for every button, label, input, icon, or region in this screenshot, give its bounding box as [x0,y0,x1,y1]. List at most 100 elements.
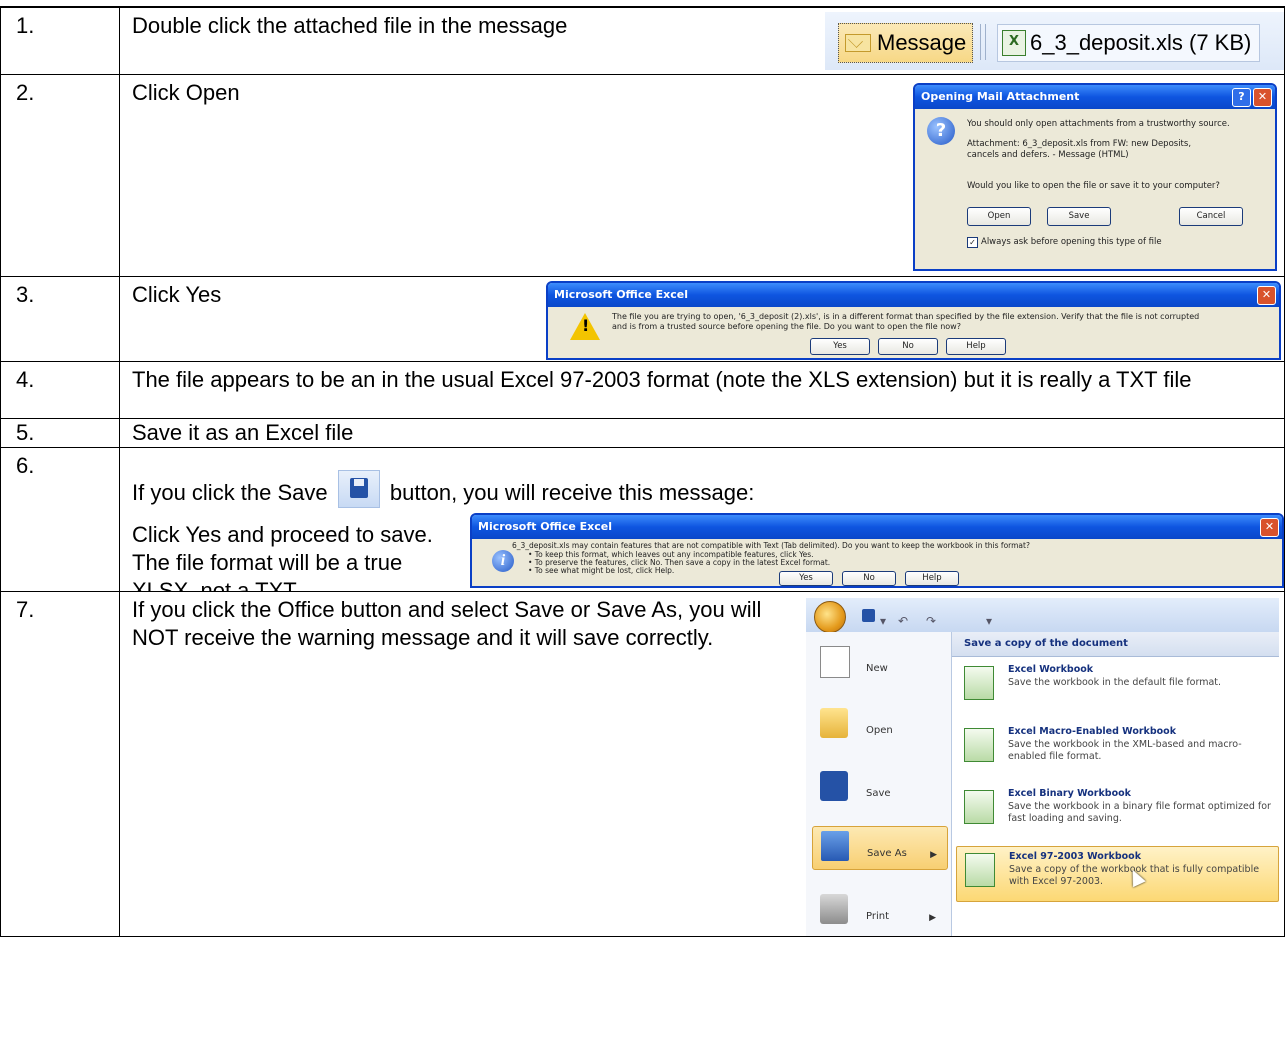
no-button[interactable]: No [842,571,896,586]
help-icon[interactable]: ? [1232,88,1251,107]
step-text: Click Yes [132,282,222,307]
always-ask-checkbox[interactable]: ✓ Always ask before opening this type of… [967,237,1162,248]
dialog-line2: and is from a trusted source before open… [612,322,961,331]
office-menu-commands: New Open Save Save As ▶ Print ▶ [806,632,952,936]
close-icon[interactable]: ✕ [1257,286,1276,305]
step-text: If you click the Office button and selec… [132,597,762,650]
step-text: If you click the Save button, you will r… [132,470,754,508]
info-icon: i [492,550,514,572]
excel-workbook-icon [964,666,994,700]
step-number: 4. [0,361,120,419]
excel-file-icon: X [1002,30,1026,56]
option-title: Excel Macro-Enabled Workbook [1008,726,1177,737]
dialog-attachment-line2: cancels and defers. - Message (HTML) [967,150,1129,160]
submenu-arrow-icon: ▶ [929,913,936,923]
help-button[interactable]: Help [905,571,959,586]
menu-item-label: Save As [867,848,907,859]
menu-item-open[interactable]: Open [812,704,946,744]
step-content: If you click the Save button, you will r… [119,447,1285,592]
submenu-arrow-icon: ▶ [930,850,937,860]
dialog-title: Microsoft Office Excel ✕ [548,283,1279,307]
option-description: Save the workbook in the default file fo… [1008,677,1222,688]
menu-item-label: Print [866,911,890,922]
step-row: 5. Save it as an Excel file [0,418,1285,448]
menu-item-label: Save [866,788,891,799]
checkbox-icon: ✓ [967,237,978,248]
menu-item-print[interactable]: Print ▶ [812,890,946,930]
dialog-question: Would you like to open the file or save … [967,181,1220,191]
save-as-submenu: Save a copy of the document Excel Workbo… [952,632,1279,936]
step-number: 1. [0,7,120,75]
close-icon[interactable]: ✕ [1253,88,1272,107]
qat-customize-icon[interactable]: ▾ [986,607,992,635]
office-button-icon[interactable] [814,601,846,633]
step-content: Save it as an Excel file [119,418,1285,448]
option-description: Save the workbook in a binary file forma… [1008,801,1271,824]
checkbox-label: Always ask before opening this type of f… [981,237,1162,247]
new-document-icon [820,646,850,678]
save-option-macro-workbook[interactable]: Excel Macro-Enabled Workbook Save the wo… [956,722,1277,776]
step-number: 2. [0,74,120,277]
yes-button[interactable]: Yes [810,338,870,355]
attachment-chip[interactable]: X 6_3_deposit.xls (7 KB) [997,24,1261,62]
question-icon: ? [927,117,955,145]
dialog-attachment-line1: Attachment: 6_3_deposit.xls from FW: new… [967,139,1192,149]
submenu-header: Save a copy of the document [952,632,1279,657]
option-description: Save a copy of the workbook that is full… [1009,864,1260,887]
step-text-after: button, you will receive this message: [389,480,755,505]
save-option-97-2003-workbook[interactable]: Excel 97-2003 Workbook Save a copy of th… [956,846,1279,902]
step-note-line: Click Yes and proceed to save. [132,522,433,547]
step-note-line: XLSX, not a TXT. [132,578,301,592]
save-button[interactable]: Save [1047,207,1111,226]
yes-button[interactable]: Yes [779,571,833,586]
step-text: Click Open [132,80,240,105]
qat-dropdown-icon[interactable]: ▾ [880,607,886,635]
no-button[interactable]: No [878,338,938,355]
menu-item-save[interactable]: Save [812,767,946,807]
redo-icon[interactable]: ↷ [926,607,936,635]
save-as-icon [821,831,849,861]
opening-attachment-dialog: Opening Mail Attachment ? ✕ ? You should… [913,83,1277,271]
excel-compatibility-dialog: Microsoft Office Excel ✕ 6_3_deposit.xls… [470,513,1284,588]
dialog-body: ? You should only open attachments from … [915,109,1275,269]
dialog-title-text: Opening Mail Attachment [921,90,1080,103]
attachment-label: 6_3_deposit.xls (7 KB) [1030,30,1252,55]
step-text: Double click the attached file in the me… [132,13,568,38]
close-icon[interactable]: ✕ [1260,518,1279,537]
step-row: 6. If you click the Save button, you wil… [0,447,1285,592]
message-tab[interactable]: Message [838,23,974,63]
step-number: 6. [0,447,120,592]
step-content: If you click the Office button and selec… [119,591,1285,937]
envelope-icon [845,34,871,52]
step-content: Click Open Opening Mail Attachment ? ✕ ?… [119,74,1285,277]
save-icon [337,470,380,508]
qat-save-icon[interactable] [862,609,875,622]
excel-97-2003-icon [965,853,995,887]
printer-icon [820,894,848,924]
undo-icon[interactable]: ↶ [898,607,908,635]
dialog-title-text: Microsoft Office Excel [554,288,688,301]
warning-icon: ! [570,313,600,340]
cancel-button[interactable]: Cancel [1179,207,1243,226]
open-button[interactable]: Open [967,207,1031,226]
dialog-warning: You should only open attachments from a … [967,119,1230,129]
macro-workbook-icon [964,728,994,762]
step-row: 4. The file appears to be an in the usua… [0,361,1285,419]
step-content: Click Yes Microsoft Office Excel ✕ ! The… [119,276,1285,362]
help-button[interactable]: Help [946,338,1006,355]
step-row: 7. If you click the Office button and se… [0,591,1285,937]
dialog-bullet3: • To see what might be lost, click Help. [528,566,675,575]
office-menu-screenshot: ▾ ↶ ↷ ▾ New Open Save Save As ▶ Print ▶ … [806,598,1279,936]
quick-access-toolbar: ▾ ↶ ↷ ▾ [806,598,1279,635]
save-option-excel-workbook[interactable]: Excel Workbook Save the workbook in the … [956,660,1277,714]
step-number: 3. [0,276,120,362]
steps-table: 1. Double click the attached file in the… [0,7,1285,937]
dialog-body: 6_3_deposit.xls may contain features tha… [472,539,1282,586]
toolbar-separator [980,24,986,60]
step-row: 3. Click Yes Microsoft Office Excel ✕ ! … [0,276,1285,362]
menu-item-new[interactable]: New [812,642,946,682]
menu-item-save-as[interactable]: Save As ▶ [812,826,948,870]
save-option-binary-workbook[interactable]: Excel Binary Workbook Save the workbook … [956,784,1277,838]
dialog-title-text: Microsoft Office Excel [478,520,612,533]
dialog-title: Microsoft Office Excel ✕ [472,515,1282,539]
